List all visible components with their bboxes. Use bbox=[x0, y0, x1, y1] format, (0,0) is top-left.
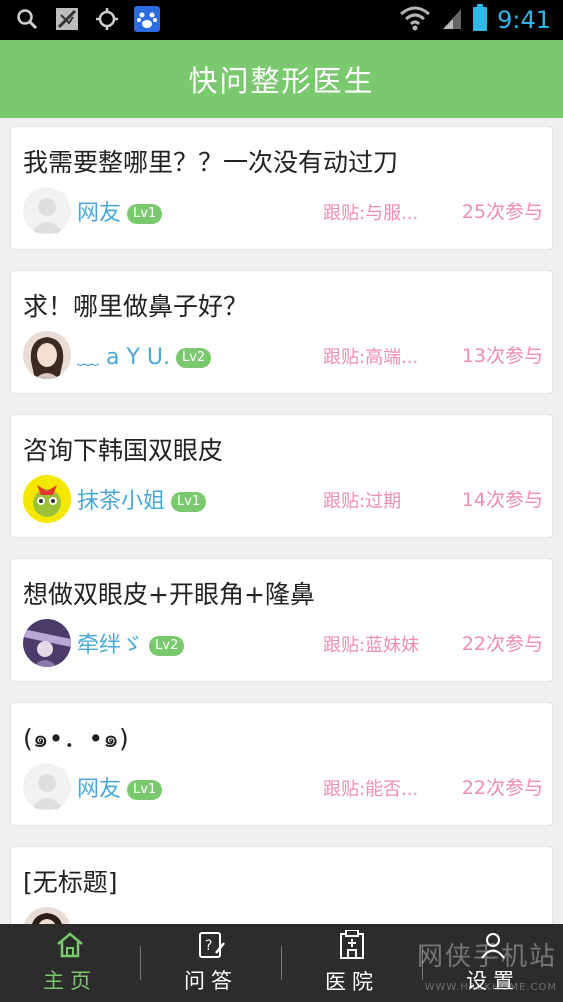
battery-icon bbox=[473, 4, 488, 36]
level-badge: Lv1 bbox=[127, 780, 163, 800]
post-card[interactable]: 求！哪里做鼻子好？ ﹏ a Y U. Lv2 跟贴:高端... 13次参与 bbox=[10, 270, 553, 394]
post-card[interactable]: 想做双眼皮+开眼角+隆鼻 牵绊ゞ Lv2 跟贴:蓝妹妹 22次参与 bbox=[10, 558, 553, 682]
post-title: (๑•．•๑) bbox=[23, 724, 129, 753]
follow-text: 跟贴:蓝妹妹 bbox=[323, 635, 420, 656]
follow-text: 跟贴:过期 bbox=[323, 491, 402, 512]
post-meta: ﹏ a Y U. Lv2 跟贴:高端... 13次参与 bbox=[23, 331, 543, 379]
post-meta: 网友 Lv1 跟贴:能否... 22次参与 bbox=[23, 763, 543, 811]
participation-count: 22次参与 bbox=[461, 633, 543, 655]
participation-count: 22次参与 bbox=[461, 777, 543, 799]
tab-qa[interactable]: ? 问答 bbox=[141, 924, 281, 1002]
tab-label: 医院 bbox=[325, 970, 379, 994]
post-card[interactable]: [无标题] bbox=[10, 846, 553, 924]
level-badge: Lv2 bbox=[176, 348, 212, 368]
watermark-text: 网侠手机站 bbox=[416, 942, 557, 972]
participation-count: 14次参与 bbox=[461, 489, 543, 511]
follow-text: 跟贴:与服... bbox=[323, 203, 419, 224]
post-card[interactable]: (๑•．•๑) 网友 Lv1 跟贴:能否... 22次参与 bbox=[10, 702, 553, 826]
post-title: 咨询下韩国双眼皮 bbox=[23, 436, 224, 465]
tab-hospital[interactable]: 医院 bbox=[282, 924, 422, 1002]
watermark-url: WWW.HACKHOME.COM bbox=[424, 982, 557, 993]
search-icon bbox=[14, 6, 40, 32]
level-badge: Lv1 bbox=[127, 204, 163, 224]
post-meta: 网友 Lv1 跟贴:与服... 25次参与 bbox=[23, 187, 543, 235]
status-bar: 9:41 bbox=[0, 0, 563, 40]
gps-icon bbox=[94, 6, 120, 32]
tab-home[interactable]: 主页 bbox=[0, 924, 140, 1002]
clock: 9:41 bbox=[497, 6, 551, 34]
post-meta bbox=[23, 907, 543, 924]
follow-text: 跟贴:高端... bbox=[323, 347, 419, 368]
qa-edit-icon: ? bbox=[196, 931, 226, 963]
avatar[interactable] bbox=[23, 475, 71, 523]
username-link[interactable]: 网友 bbox=[77, 777, 121, 802]
page-title: 快问整形医生 bbox=[188, 64, 375, 98]
tab-label: 问答 bbox=[184, 969, 238, 993]
avatar[interactable] bbox=[23, 619, 71, 667]
home-icon bbox=[55, 931, 85, 963]
baidu-paw-icon bbox=[134, 6, 160, 32]
username-link[interactable]: 网友 bbox=[77, 201, 121, 226]
hospital-icon bbox=[337, 929, 367, 964]
no-signal-notification-icon bbox=[54, 6, 80, 32]
username-link[interactable]: ﹏ a Y U. bbox=[77, 345, 170, 370]
avatar[interactable] bbox=[23, 187, 71, 235]
post-title: [无标题] bbox=[23, 868, 118, 897]
post-card[interactable]: 咨询下韩国双眼皮 抹茶小姐 Lv1 跟贴:过期 14次参与 bbox=[10, 414, 553, 538]
avatar[interactable] bbox=[23, 763, 71, 811]
post-title: 求！哪里做鼻子好？ bbox=[23, 292, 249, 321]
participation-count: 25次参与 bbox=[461, 201, 543, 223]
post-feed[interactable]: 我需要整哪里？？一次没有动过刀 网友 Lv1 跟贴:与服... 25次参与 求！哪… bbox=[0, 118, 563, 924]
post-title: 我需要整哪里？？一次没有动过刀 bbox=[23, 148, 399, 177]
follow-text: 跟贴:能否... bbox=[323, 779, 419, 800]
app-header: 快问整形医生 bbox=[0, 40, 563, 118]
username-link[interactable]: 抹茶小姐 bbox=[77, 489, 165, 514]
participation-count: 13次参与 bbox=[461, 345, 543, 367]
svg-text:?: ? bbox=[205, 938, 212, 954]
avatar[interactable] bbox=[23, 331, 71, 379]
avatar[interactable] bbox=[23, 907, 71, 924]
wifi-icon bbox=[399, 5, 431, 35]
cell-signal-icon bbox=[441, 5, 463, 35]
post-title: 想做双眼皮+开眼角+隆鼻 bbox=[23, 580, 315, 609]
tab-label: 主页 bbox=[43, 969, 97, 993]
post-card[interactable]: 我需要整哪里？？一次没有动过刀 网友 Lv1 跟贴:与服... 25次参与 bbox=[10, 126, 553, 250]
level-badge: Lv2 bbox=[149, 636, 185, 656]
post-meta: 抹茶小姐 Lv1 跟贴:过期 14次参与 bbox=[23, 475, 543, 523]
post-meta: 牵绊ゞ Lv2 跟贴:蓝妹妹 22次参与 bbox=[23, 619, 543, 667]
bottom-tab-bar: 主页 ? 问答 医院 设置 网侠手机站 WWW.HACKHOME.COM bbox=[0, 924, 563, 1002]
level-badge: Lv1 bbox=[171, 492, 207, 512]
username-link[interactable]: 牵绊ゞ bbox=[77, 633, 143, 658]
